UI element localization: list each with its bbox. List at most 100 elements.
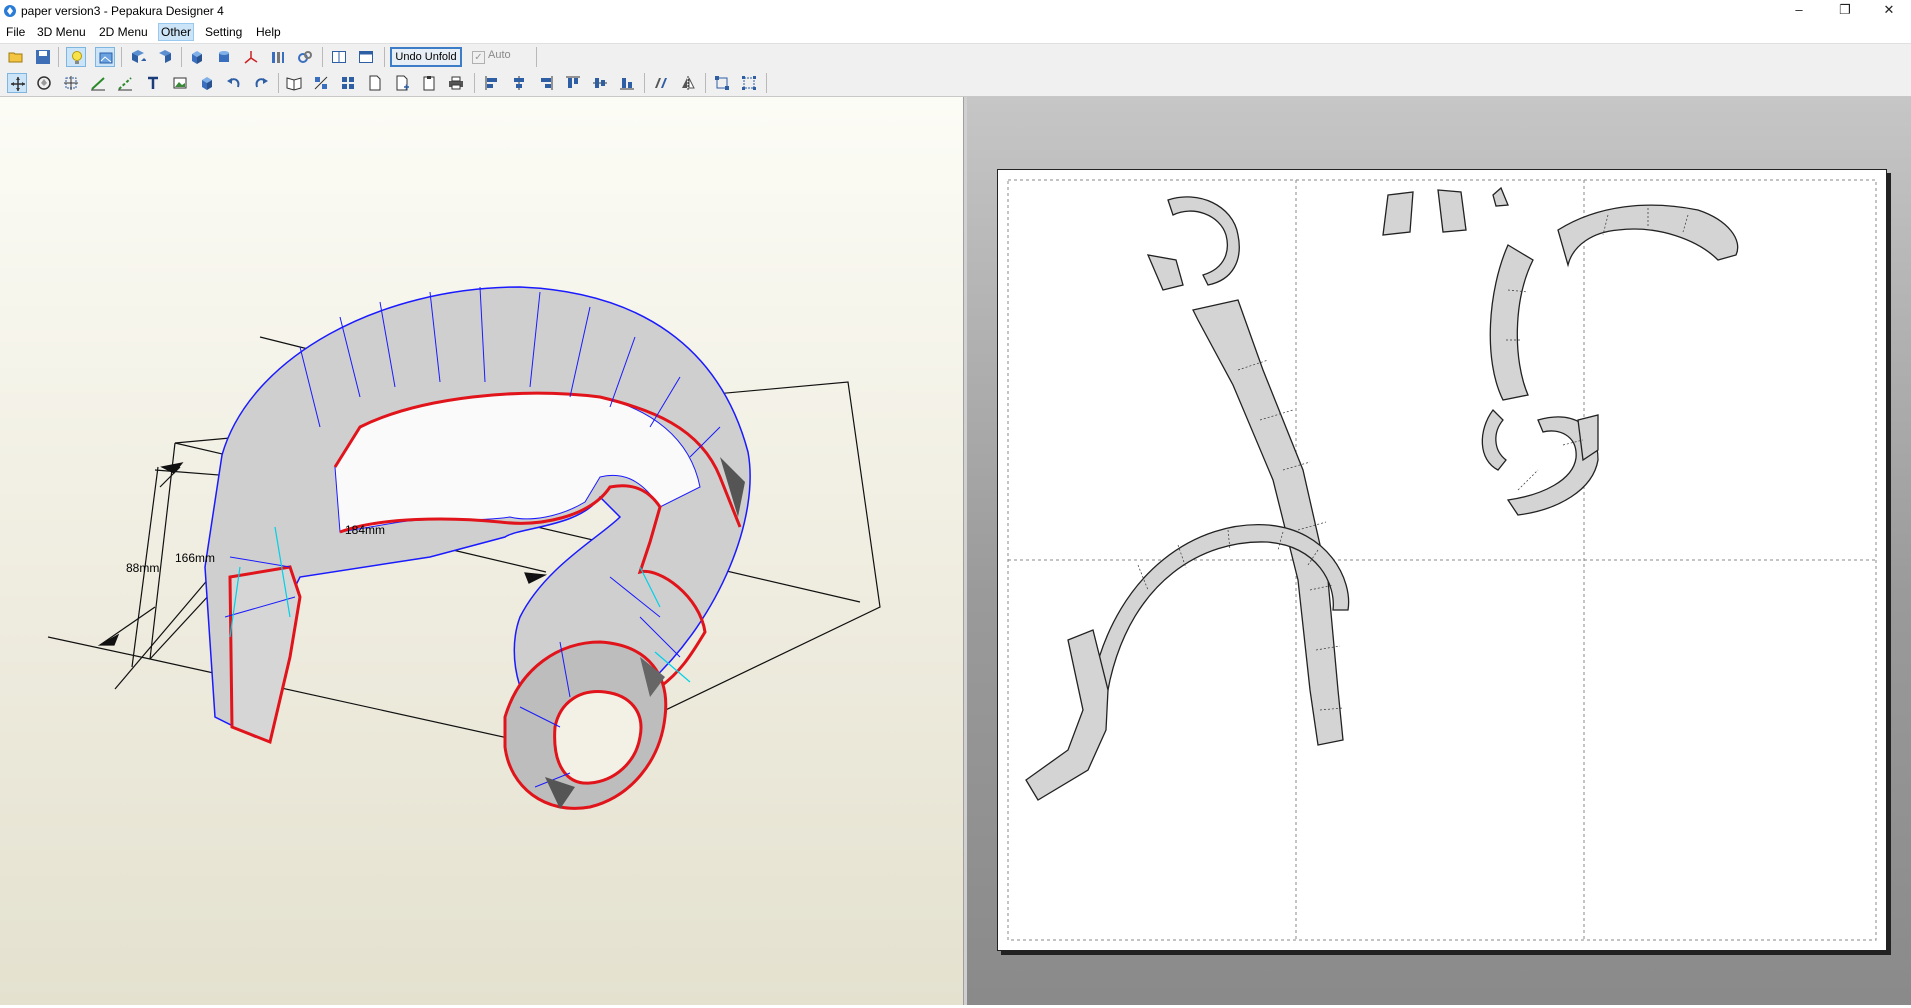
layout-single-icon [332,51,346,63]
restore-button[interactable]: ❐ [1822,0,1868,22]
menu-2d[interactable]: 2D Menu [97,24,150,41]
image-tool-button[interactable] [170,73,190,93]
box-tool-button[interactable] [197,73,217,93]
light-button[interactable] [66,47,86,67]
open-button[interactable] [6,47,26,67]
edge-link-icon [298,51,312,63]
page-button[interactable] [365,73,385,93]
align-middle-icon [593,78,607,88]
arrange-icon [314,76,328,90]
align-left-button[interactable] [482,73,502,93]
line-tool-button[interactable] [88,73,108,93]
distribute-icon [655,78,667,88]
align-center-icon [514,76,524,90]
3d-view[interactable]: 184mm 166mm 88mm [0,97,963,1005]
layout-single-button[interactable] [329,47,349,67]
align-top-icon [566,76,580,88]
clipboard-icon [423,76,435,91]
window-title: paper version3 - Pepakura Designer 4 [21,4,224,18]
grid-select-button[interactable] [739,73,759,93]
page-add-button[interactable] [392,73,412,93]
axis-button[interactable] [241,47,261,67]
align-top-button[interactable] [563,73,583,93]
align-middle-button[interactable] [590,73,610,93]
title-bar: paper version3 - Pepakura Designer 4 – ❐… [0,0,1911,22]
auto-checkbox-label: Auto [488,49,511,61]
pepakura-logo-icon [4,5,16,17]
minimize-button[interactable]: – [1776,0,1822,22]
grid-select-icon [742,76,756,90]
edit-toolbar [0,70,1911,97]
save-icon [36,50,50,64]
undo-unfold-button[interactable]: Undo Unfold [390,47,462,67]
texture-icon [99,52,113,64]
menu-file[interactable]: File [4,24,27,41]
fold-lines [1137,208,1689,711]
bounding-button[interactable] [712,73,732,93]
open-book-button[interactable] [284,73,304,93]
lightbulb-icon [72,51,82,64]
close-button[interactable]: ✕ [1866,0,1911,22]
align-right-icon [541,76,553,90]
fit-button[interactable] [61,73,81,93]
axis-icon [244,51,258,64]
align-left-icon [485,76,497,90]
auto-checkbox[interactable]: ✓ Auto [472,49,511,65]
rotate-icon [159,50,171,63]
save-button[interactable] [33,47,53,67]
rotate-part-icon [37,76,51,90]
auto-checkbox-box[interactable]: ✓ [472,51,485,64]
redo-button[interactable] [251,73,271,93]
open-icon [8,52,23,63]
bars-button[interactable] [268,47,288,67]
bars-icon [272,52,284,63]
select-icon [11,77,25,91]
dimension-height-label: 88mm [126,561,159,575]
flip-button[interactable] [678,73,698,93]
print-button[interactable] [446,73,466,93]
cube-icon [192,51,202,64]
menu-setting[interactable]: Setting [203,24,244,41]
pattern-parts[interactable] [1025,186,1739,801]
menu-other[interactable]: Other [158,23,195,41]
arrange-button[interactable] [311,73,331,93]
text-tool-button[interactable] [143,73,163,93]
cube-button[interactable] [187,47,207,67]
distribute-button[interactable] [651,73,671,93]
image-icon [173,77,187,89]
align-right-button[interactable] [536,73,556,93]
clipboard-button[interactable] [419,73,439,93]
fold-line-icon [118,77,132,91]
layout-split-button[interactable] [356,47,376,67]
2d-view[interactable] [967,97,1911,1005]
rotate-part-button[interactable] [34,73,54,93]
main-toolbar: Undo Unfold ✓ Auto [0,43,1911,70]
unfold-icon [132,50,146,63]
menu-help[interactable]: Help [254,24,283,41]
text-icon [148,76,158,89]
page-icon [369,75,381,91]
pattern-canvas[interactable] [998,170,1886,950]
unfold-button[interactable] [128,47,148,67]
align-center-button[interactable] [509,73,529,93]
cylinder-button[interactable] [214,47,234,67]
menu-3d[interactable]: 3D Menu [35,24,88,41]
align-bottom-icon [620,78,634,90]
rotate-button[interactable] [155,47,175,67]
undo-button[interactable] [224,73,244,93]
fold-line-button[interactable] [115,73,135,93]
align-bottom-button[interactable] [617,73,637,93]
paper-sheet[interactable] [997,169,1887,951]
grid-icon [342,77,354,89]
fit-icon [64,76,78,90]
layout-split-icon [359,51,373,63]
grid-button[interactable] [338,73,358,93]
select-tool-button[interactable] [7,73,27,93]
printer-icon [449,76,463,90]
3d-model-canvas[interactable]: 184mm 166mm 88mm [0,97,963,1005]
texture-button[interactable] [95,47,115,67]
menu-bar: File 3D Menu 2D Menu Other Setting Help [0,22,1911,42]
page-guides [1007,179,1877,941]
bounding-icon [715,76,729,90]
edge-link-button[interactable] [295,47,315,67]
